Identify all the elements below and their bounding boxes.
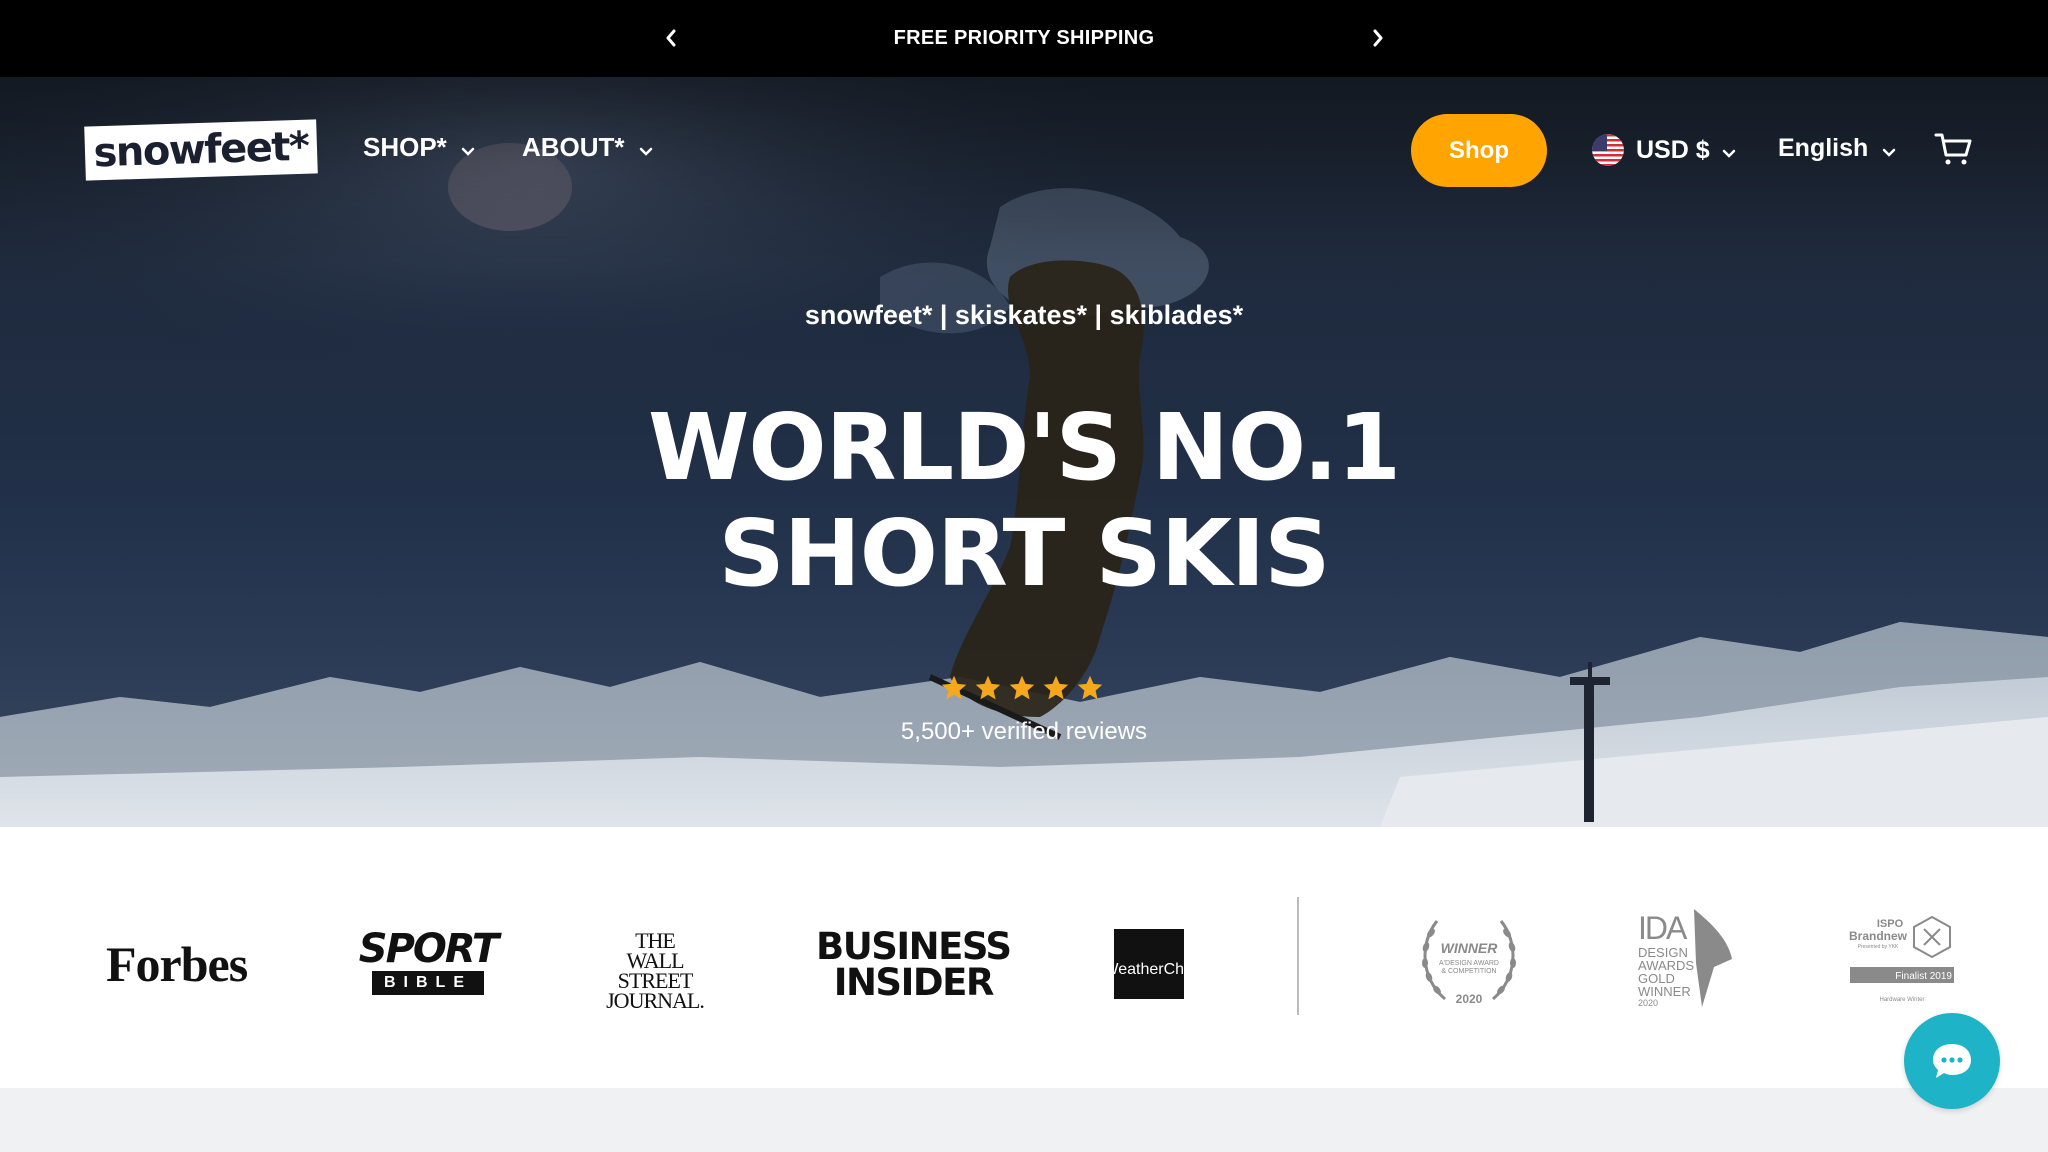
ida-title: IDA (1638, 910, 1688, 946)
chat-bubble-icon[interactable] (1904, 1013, 2000, 1109)
us-flag-icon (1592, 134, 1624, 166)
chevron-right-icon[interactable] (1362, 22, 1394, 54)
twc-line-2: Weather (1103, 960, 1164, 978)
rating-stars (940, 674, 1104, 702)
ida-line-4: WINNER (1638, 984, 1691, 999)
sportbible-logo: SPORT BIBLE (359, 929, 499, 995)
hero-headline: WORLD'S NO.1 SHORT SKIS (0, 395, 2048, 607)
announcement-bar: FREE PRIORITY SHIPPING (0, 0, 2048, 77)
bi-line-1: BUSINESS (816, 925, 1012, 968)
wsj-line-3: JOURNAL. (606, 988, 705, 1013)
award-sub-1: A'DESIGN AWARD (1439, 960, 1499, 967)
star-icon (941, 675, 967, 700)
forbes-logo: Forbes (106, 936, 248, 992)
language-label: English (1778, 134, 1869, 162)
press-divider (1297, 897, 1299, 1015)
headline-line-1: WORLD'S NO.1 (647, 394, 1401, 501)
weather-channel-logo: The Weather Channel (1076, 929, 1223, 999)
language-selector[interactable]: English (1778, 134, 1896, 163)
wsj-line-2: WALL STREET (617, 948, 694, 993)
ispo-finalist: Finalist 2019 (1895, 971, 1952, 982)
award-title: WINNER (1441, 940, 1499, 956)
shop-button[interactable]: Shop (1411, 114, 1547, 187)
reviews-count[interactable]: 5,500+ verified reviews (0, 718, 2048, 746)
logo-text: snowfeet* (92, 123, 310, 177)
ispo-line-2: Brandnew (1849, 929, 1908, 943)
announcement-text: FREE PRIORITY SHIPPING (893, 27, 1155, 49)
sportbible-top: SPORT (358, 926, 499, 972)
bi-line-2: INSIDER (833, 961, 995, 1004)
chevron-left-icon[interactable] (655, 22, 687, 54)
nav-shop[interactable]: SHOP* (363, 132, 475, 163)
star-icon (1009, 675, 1035, 700)
sportbible-bottom: BIBLE (372, 971, 484, 995)
chevron-down-icon (639, 147, 652, 156)
wsj-logo: THE WALL STREET JOURNAL. (595, 930, 715, 1013)
nav-about[interactable]: ABOUT* (522, 132, 653, 163)
snowfeet-logo[interactable]: snowfeet* (84, 119, 318, 181)
business-insider-logo: BUSINESS INSIDER (816, 925, 1012, 1004)
cart-icon[interactable] (1934, 131, 1972, 167)
ida-year: 2020 (1638, 998, 1658, 1008)
ispo-line-3: Presented by YKK (1858, 944, 1899, 950)
chevron-down-icon (461, 147, 475, 156)
hero-tagline: snowfeet* | skiskates* | skiblades* (804, 300, 1244, 330)
ispo-category: Hardware Winter (1879, 997, 1924, 1003)
award-sub-2: & COMPETITION (1441, 968, 1496, 975)
star-icon (1077, 675, 1103, 700)
currency-label: USD $ (1636, 135, 1710, 164)
currency-selector[interactable]: USD $ (1592, 134, 1736, 166)
next-section-band (0, 1088, 2048, 1152)
headline-line-2: SHORT SKIS (718, 500, 1331, 607)
press-logos-strip: Forbes SPORT BIBLE THE WALL STREET JOURN… (0, 827, 2048, 1088)
star-icon (975, 675, 1001, 700)
twc-line-3: Channel (1163, 960, 1224, 978)
a-design-award-badge: WINNER A'DESIGN AWARD & COMPETITION 2020 (1422, 920, 1516, 1006)
site-header: snowfeet* SHOP* ABOUT* Shop USD $ Englis… (0, 77, 2048, 223)
nav-shop-label: SHOP* (363, 132, 447, 162)
nav-about-label: ABOUT* (522, 132, 625, 162)
ispo-brandnew-badge: ISPO Brandnew Presented by YKK Finalist … (1849, 915, 1954, 1003)
ida-award-badge: IDA DESIGN AWARDS GOLD WINNER 2020 (1638, 909, 1732, 1008)
star-icon (1043, 675, 1069, 700)
chevron-down-icon (1883, 148, 1896, 157)
award-year: 2020 (1456, 992, 1483, 1006)
twc-line-1: The (1075, 960, 1104, 978)
chevron-down-icon (1722, 149, 1735, 158)
